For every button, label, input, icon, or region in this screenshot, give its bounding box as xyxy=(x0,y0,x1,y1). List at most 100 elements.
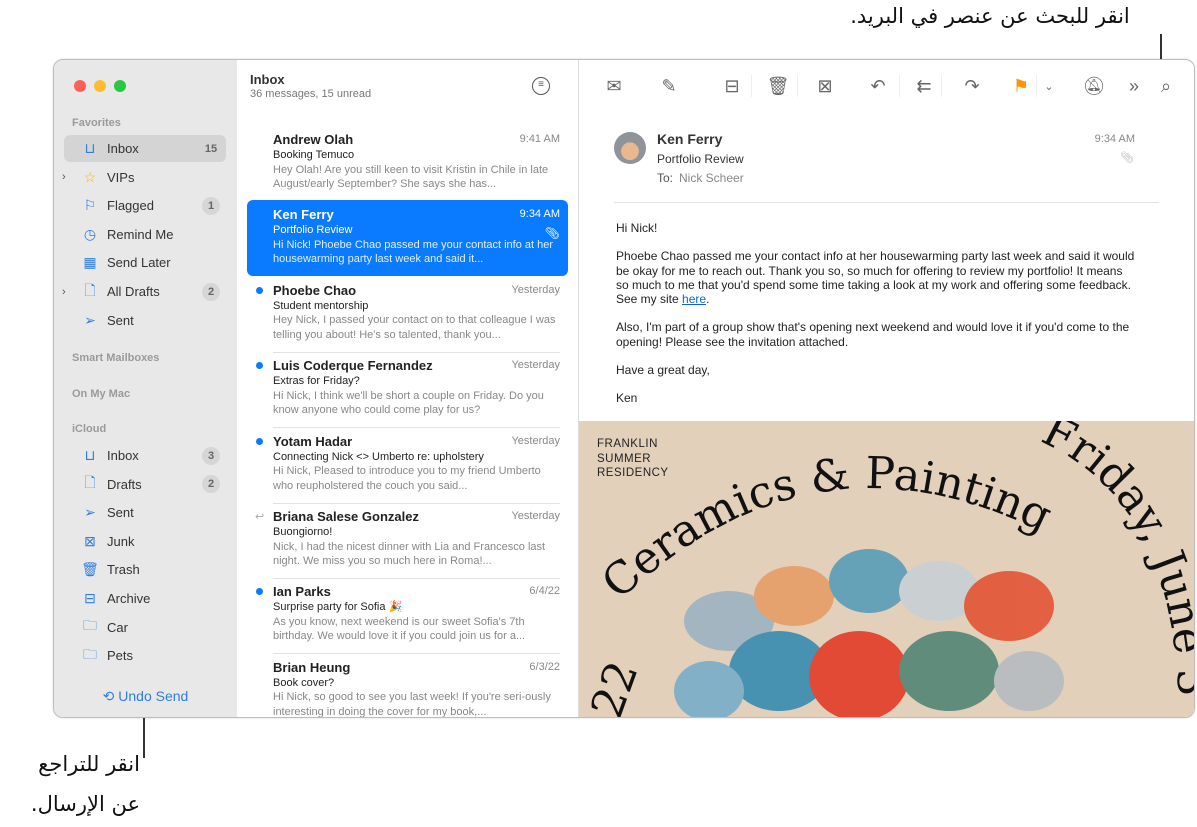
paper-plane-icon: ➢ xyxy=(84,311,96,328)
message-time: 6/4/22 xyxy=(529,585,560,598)
unread-dot-icon xyxy=(256,362,263,370)
message-time: 9:34 AM xyxy=(519,208,560,221)
reply-all-icon[interactable]: ⇇ xyxy=(909,74,939,98)
site-link[interactable]: here xyxy=(682,292,706,306)
sidebar: Favorites ⊔ Inbox 15 › ☆ VIPs ⚐ Flagged 1 ◷ Remind… xyxy=(54,60,237,717)
sidebar-item-label: Send Later xyxy=(107,255,171,271)
document-icon: 🗋︎ xyxy=(84,281,96,298)
message-preview: Nick, I had the nicest dinner with Lia a… xyxy=(273,540,546,568)
invitation-attachment[interactable]: FRANKLIN SUMMER RESIDENCY Ceramics & Pai… xyxy=(579,421,1194,717)
undo-send-button[interactable]: ⟲ Undo Send xyxy=(54,688,237,705)
trash-icon[interactable]: 🗑︎ xyxy=(763,74,793,98)
get-mail-icon[interactable]: ✉ xyxy=(599,74,629,98)
sidebar-item-send-later[interactable]: ▦ Send Later xyxy=(64,249,226,276)
sidebar-item-car[interactable]: 🗀︎ Car xyxy=(64,614,226,641)
message-subject: Connecting Nick <> Umberto re: upholster… xyxy=(273,450,484,463)
sidebar-item-vips[interactable]: › ☆ VIPs xyxy=(62,164,226,191)
message-sender: Ken Ferry xyxy=(273,207,334,223)
sidebar-item-remind-me[interactable]: ◷ Remind Me xyxy=(64,221,226,248)
mail-window: Favorites ⊔ Inbox 15 › ☆ VIPs ⚐ Flagged 1 ◷ Remind… xyxy=(53,59,1195,718)
reading-pane: ✉ ✎ ⊟ 🗑︎ ⊠ ↶ ⇇ ↷ ⚑ ⌄ 🔕︎ » ⌕ Ken Ferry Po… xyxy=(579,60,1194,717)
unread-count-badge: 2 xyxy=(202,475,220,494)
sidebar-item-drafts[interactable]: 🗋︎ Drafts 2 xyxy=(64,471,226,498)
message-preview: Hi Nick, so good to see you last week! I… xyxy=(273,691,551,718)
undo-icon: ⟲ xyxy=(102,688,115,704)
sidebar-item-inbox[interactable]: ⊔ Inbox 15 xyxy=(64,135,226,162)
email-time: 9:34 AM xyxy=(1094,133,1135,145)
attachment-icon: 📎︎ xyxy=(1120,152,1134,164)
trash-icon: 🗑︎ xyxy=(81,561,99,578)
message-subject: Student mentorship xyxy=(273,299,369,312)
compose-icon[interactable]: ✎ xyxy=(654,74,684,98)
minimize-button[interactable] xyxy=(94,80,106,92)
junk-icon[interactable]: ⊠ xyxy=(810,74,840,98)
sidebar-item-trash[interactable]: 🗑︎ Trash xyxy=(64,556,226,583)
poster-art: Ceramics & Painting Friday, June 3 22 xyxy=(581,421,1194,717)
unread-dot-icon xyxy=(256,437,263,445)
forward-icon[interactable]: ↷ xyxy=(957,74,987,98)
message-preview: Hi Nick, Pleased to introduce you to my … xyxy=(273,465,541,492)
body-signature: Ken xyxy=(616,391,638,406)
unread-count-badge: 3 xyxy=(202,446,220,465)
message-sender: Andrew Olah xyxy=(273,132,354,147)
email-body: Hi Nick! Phoebe Chao passed me your cont… xyxy=(616,221,1136,420)
recipient: To: Nick Scheer xyxy=(657,171,744,185)
sidebar-item-label: Drafts xyxy=(107,476,142,492)
message-time: Yesterday xyxy=(511,359,560,372)
message-subject: Buongiorno! xyxy=(273,526,333,538)
message-subject: Surprise party for Sofia 🎉 xyxy=(273,601,403,614)
sidebar-item-sent[interactable]: ➢ Sent xyxy=(64,499,226,526)
message-row[interactable]: Ken Ferry 9:34 AM 📎︎ Portfolio Review Hi Nic… xyxy=(247,200,568,277)
sidebar-item-inbox[interactable]: ⊔ Inbox 3 xyxy=(64,442,226,469)
section-on-my-mac[interactable]: On My Mac xyxy=(72,388,130,400)
sidebar-item-all-drafts[interactable]: › 🗋︎ All Drafts 2 xyxy=(62,278,226,305)
recipient-name[interactable]: Nick Scheer xyxy=(679,171,744,185)
message-subject: Book cover? xyxy=(273,676,335,689)
flag-icon: ⚐ xyxy=(83,197,97,214)
sidebar-item-sent[interactable]: ➢ Sent xyxy=(64,307,226,334)
sidebar-item-label: Archive xyxy=(107,591,151,606)
inbox-icon: ⊔ xyxy=(84,447,96,463)
message-subject: Booking Temuco xyxy=(273,149,355,161)
body-paragraph-2: Also, I'm part of a group show that's op… xyxy=(616,320,1130,349)
archive-icon[interactable]: ⊟ xyxy=(717,74,747,98)
sidebar-item-label: Car xyxy=(107,619,128,635)
close-button[interactable] xyxy=(74,80,86,92)
mute-bell-icon[interactable]: 🔕︎ xyxy=(1079,74,1109,98)
reply-icon[interactable]: ↶ xyxy=(863,74,893,98)
message-row[interactable]: Andrew Olah 9:41 AM Booking Temuco Hey Olah… xyxy=(247,125,568,201)
unread-dot-icon xyxy=(256,286,263,294)
sidebar-item-label: Trash xyxy=(107,562,140,578)
flag-menu-chevron-icon[interactable]: ⌄ xyxy=(1034,74,1064,98)
section-favorites: Favorites xyxy=(72,117,121,129)
message-preview: Hey Nick, I passed your contact on to th… xyxy=(273,314,556,341)
sidebar-item-archive[interactable]: ⊟ Archive xyxy=(64,585,226,612)
flag-icon[interactable]: ⚑ xyxy=(1006,74,1036,98)
message-row[interactable]: ↩ Briana Salese Gonzalez Yesterday Buongior… xyxy=(247,502,568,579)
sidebar-item-label: Flagged xyxy=(107,198,154,214)
junk-icon: ⊠ xyxy=(84,532,96,549)
attachment-icon: 📎︎ xyxy=(544,226,560,241)
filter-icon[interactable]: ≡ xyxy=(532,77,550,95)
search-icon[interactable]: ⌕ xyxy=(1151,74,1181,98)
message-row[interactable]: Ian Parks 6/4/22 Surprise party for Sofia … xyxy=(247,577,568,655)
disclosure-chevron-icon[interactable]: › xyxy=(62,171,66,183)
document-icon: 🗋︎ xyxy=(84,474,96,491)
to-label: To: xyxy=(657,171,674,185)
message-row[interactable]: Luis Coderque Fernandez Yesterday Extras f… xyxy=(247,351,568,429)
zoom-button[interactable] xyxy=(114,80,126,92)
sidebar-item-label: Inbox xyxy=(107,448,139,463)
section-smart-mailboxes[interactable]: Smart Mailboxes xyxy=(72,352,159,364)
message-time: 9:41 AM xyxy=(519,133,560,145)
message-preview: Hi Nick, I think we'll be short a couple… xyxy=(273,389,544,417)
message-row[interactable]: Brian Heung 6/3/22 Book cover? Hi Nick, so … xyxy=(247,653,568,718)
message-row[interactable]: Yotam Hadar Yesterday Connecting Nick <> U… xyxy=(247,427,568,504)
sidebar-item-junk[interactable]: ⊠ Junk xyxy=(64,528,226,555)
more-chevrons-icon[interactable]: » xyxy=(1119,74,1149,98)
sender-name[interactable]: Ken Ferry xyxy=(657,131,722,147)
sidebar-item-pets[interactable]: 🗀︎ Pets xyxy=(64,642,226,669)
message-row[interactable]: Phoebe Chao Yesterday Student mentorship He… xyxy=(247,276,568,353)
disclosure-chevron-icon[interactable]: › xyxy=(62,286,66,298)
sidebar-item-flagged[interactable]: ⚐ Flagged 1 xyxy=(64,192,226,219)
sidebar-item-label: VIPs xyxy=(107,169,135,185)
